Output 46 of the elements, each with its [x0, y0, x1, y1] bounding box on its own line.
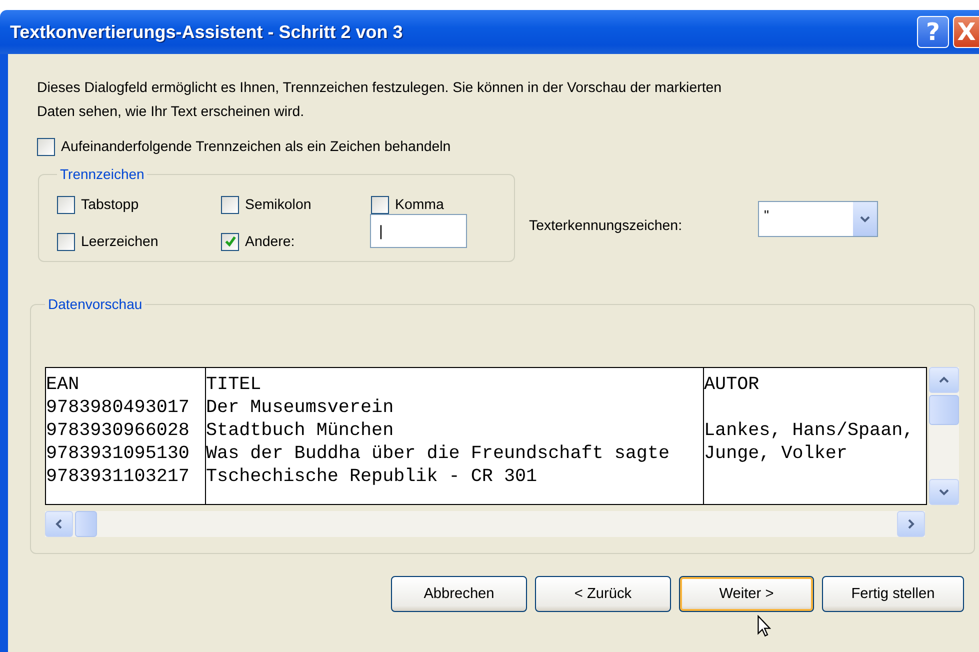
group-title: Trennzeichen — [59, 166, 146, 182]
dialog-button[interactable]: Abbrechen — [391, 576, 527, 612]
checkbox[interactable] — [221, 196, 239, 214]
vertical-scrollbar[interactable] — [929, 367, 959, 505]
checkbox-label: Semikolon — [245, 196, 312, 212]
dialog-button[interactable]: Weiter > — [679, 576, 814, 612]
horizontal-scrollbar[interactable] — [45, 511, 925, 537]
table-cell-text: Was der Buddha über die Freundschaft sagte — [206, 442, 671, 465]
checkbox-label: Leerzeichen — [81, 234, 158, 250]
dialog-button[interactable]: Fertig stellen — [822, 576, 964, 612]
table-cell-text: Stadtbuch München — [206, 419, 395, 442]
table-cell-text: 9783931095130 — [46, 442, 190, 465]
help-button[interactable]: ? — [917, 16, 949, 48]
checkbox[interactable] — [57, 196, 75, 214]
checkbox[interactable] — [371, 196, 389, 214]
description-text: Dieses Dialogfeld ermöglicht es Ihnen, Trennzeichen festzulegen. Sie können in der Vorschau der markierten Daten sehen, wie Ihr Text erscheinen wird. — [37, 79, 723, 122]
table-cell-text: Lankes, Hans/Spaan, — [704, 419, 915, 442]
checkbox[interactable] — [37, 138, 55, 156]
scroll-down-icon[interactable] — [929, 479, 959, 505]
table-cell-text: Tschechische Republik - CR 301 — [206, 465, 538, 488]
pointer-icon — [757, 615, 771, 637]
scroll-right-icon[interactable] — [897, 511, 925, 537]
table-cell-text: Der Museumsverein — [206, 396, 395, 419]
group-title: Datenvorschau — [47, 296, 144, 312]
checkbox-label: Aufeinanderfolgende Trennzeichen als ein Zeichen behandeln — [61, 139, 451, 155]
field-label: Texterkennungszeichen: — [529, 218, 684, 234]
window-title: Textkonvertierungs-Assistent - Schritt 2 von 3 — [10, 22, 403, 42]
checkbox-label: Komma — [395, 196, 444, 212]
checkbox[interactable] — [57, 232, 75, 250]
checkbox-label: Tabstopp — [81, 196, 139, 212]
table-cell-text: 9783930966028 — [46, 419, 190, 442]
table-cell-text: EAN — [46, 373, 80, 396]
scroll-left-icon[interactable] — [45, 511, 73, 537]
table-cell-text: TITEL — [206, 373, 262, 396]
scroll-thumb[interactable] — [75, 511, 97, 537]
dialog-button[interactable]: < Zurück — [535, 576, 671, 612]
table-cell-text: 9783931103217 — [46, 465, 190, 488]
dropdown[interactable]: " — [758, 201, 878, 237]
table-cell-text: AUTOR — [704, 373, 760, 396]
table-cell-text: Junge, Volker — [704, 442, 848, 465]
checkbox-label: Andere: — [245, 234, 295, 250]
checkbox[interactable] — [221, 232, 239, 250]
table-cell-text: 9783980493017 — [46, 396, 190, 419]
scroll-up-icon[interactable] — [929, 367, 959, 393]
input-field[interactable]: | — [370, 214, 467, 248]
scroll-thumb[interactable] — [929, 395, 959, 425]
